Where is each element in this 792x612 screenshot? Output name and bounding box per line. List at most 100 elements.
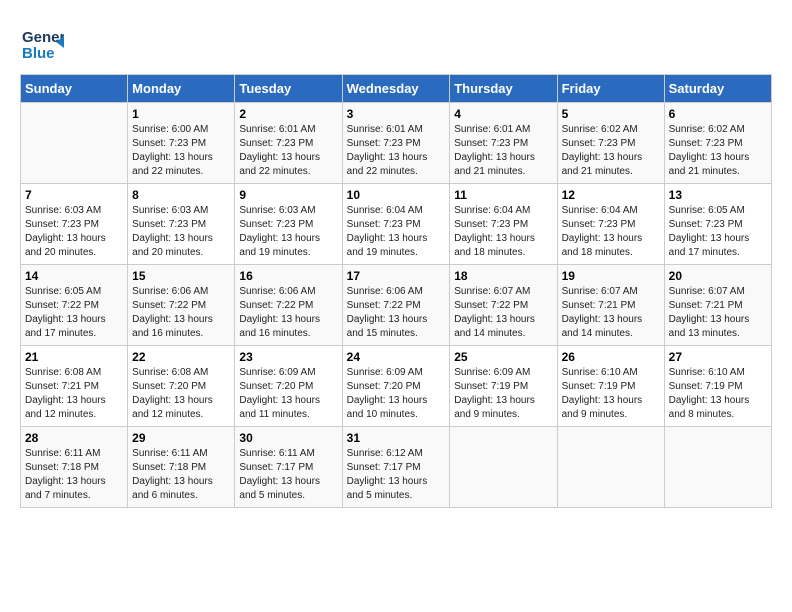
day-cell: 9Sunrise: 6:03 AMSunset: 7:23 PMDaylight… (235, 184, 342, 265)
day-info: Sunrise: 6:08 AMSunset: 7:20 PMDaylight:… (132, 367, 213, 420)
day-number: 12 (562, 188, 660, 202)
column-header-sunday: Sunday (21, 75, 128, 103)
day-number: 19 (562, 269, 660, 283)
day-info: Sunrise: 6:02 AMSunset: 7:23 PMDaylight:… (562, 124, 643, 177)
column-header-monday: Monday (128, 75, 235, 103)
day-number: 2 (239, 107, 337, 121)
day-info: Sunrise: 6:00 AMSunset: 7:23 PMDaylight:… (132, 124, 213, 177)
day-cell (21, 103, 128, 184)
day-cell: 15Sunrise: 6:06 AMSunset: 7:22 PMDayligh… (128, 265, 235, 346)
page-header: General Blue (20, 20, 772, 64)
day-number: 31 (347, 431, 446, 445)
day-number: 20 (669, 269, 767, 283)
day-cell (450, 427, 557, 508)
day-number: 13 (669, 188, 767, 202)
day-number: 11 (454, 188, 552, 202)
day-info: Sunrise: 6:03 AMSunset: 7:23 PMDaylight:… (239, 205, 320, 258)
day-cell: 3 Sunrise: 6:01 AMSunset: 7:23 PMDaylight… (342, 103, 450, 184)
day-info: Sunrise: 6:09 AMSunset: 7:19 PMDaylight:… (454, 367, 535, 420)
day-number: 21 (25, 350, 123, 364)
day-number: 25 (454, 350, 552, 364)
svg-text:Blue: Blue (22, 45, 55, 62)
day-info: Sunrise: 6:05 AMSunset: 7:23 PMDaylight:… (669, 205, 750, 258)
week-row-3: 14Sunrise: 6:05 AMSunset: 7:22 PMDayligh… (21, 265, 772, 346)
week-row-5: 28 Sunrise: 6:11 AMSunset: 7:18 PMDayligh… (21, 427, 772, 508)
day-info: Sunrise: 6:01 AMSunset: 7:23 PMDaylight:… (239, 124, 320, 177)
day-cell: 28 Sunrise: 6:11 AMSunset: 7:18 PMDayligh… (21, 427, 128, 508)
day-cell: 27 Sunrise: 6:10 AMSunset: 7:19 PMDayligh… (664, 346, 771, 427)
day-number: 28 (25, 431, 123, 445)
day-cell: 24 Sunrise: 6:09 AMSunset: 7:20 PMDayligh… (342, 346, 450, 427)
day-cell: 12 Sunrise: 6:04 AMSunset: 7:23 PMDayligh… (557, 184, 664, 265)
day-cell: 16Sunrise: 6:06 AMSunset: 7:22 PMDayligh… (235, 265, 342, 346)
day-info: Sunrise: 6:10 AMSunset: 7:19 PMDaylight:… (562, 367, 643, 420)
day-cell (664, 427, 771, 508)
column-header-tuesday: Tuesday (235, 75, 342, 103)
day-info: Sunrise: 6:01 AMSunset: 7:23 PMDaylight:… (454, 124, 535, 177)
week-row-4: 21 Sunrise: 6:08 AMSunset: 7:21 PMDayligh… (21, 346, 772, 427)
day-info: Sunrise: 6:03 AMSunset: 7:23 PMDaylight:… (25, 205, 106, 258)
day-number: 1 (132, 107, 230, 121)
day-info: Sunrise: 6:06 AMSunset: 7:22 PMDaylight:… (132, 286, 213, 339)
day-info: Sunrise: 6:12 AMSunset: 7:17 PMDaylight:… (347, 448, 428, 501)
day-info: Sunrise: 6:11 AMSunset: 7:18 PMDaylight:… (25, 448, 106, 501)
day-info: Sunrise: 6:04 AMSunset: 7:23 PMDaylight:… (562, 205, 643, 258)
column-header-wednesday: Wednesday (342, 75, 450, 103)
day-cell: 26 Sunrise: 6:10 AMSunset: 7:19 PMDayligh… (557, 346, 664, 427)
day-info: Sunrise: 6:10 AMSunset: 7:19 PMDaylight:… (669, 367, 750, 420)
day-info: Sunrise: 6:01 AMSunset: 7:23 PMDaylight:… (347, 124, 428, 177)
day-cell: 2 Sunrise: 6:01 AMSunset: 7:23 PMDaylight… (235, 103, 342, 184)
day-info: Sunrise: 6:07 AMSunset: 7:22 PMDaylight:… (454, 286, 535, 339)
day-cell: 6Sunrise: 6:02 AMSunset: 7:23 PMDaylight… (664, 103, 771, 184)
day-cell: 5 Sunrise: 6:02 AMSunset: 7:23 PMDaylight… (557, 103, 664, 184)
day-cell: 8Sunrise: 6:03 AMSunset: 7:23 PMDaylight… (128, 184, 235, 265)
day-info: Sunrise: 6:06 AMSunset: 7:22 PMDaylight:… (347, 286, 428, 339)
day-cell: 4 Sunrise: 6:01 AMSunset: 7:23 PMDaylight… (450, 103, 557, 184)
day-cell: 19 Sunrise: 6:07 AMSunset: 7:21 PMDayligh… (557, 265, 664, 346)
day-number: 16 (239, 269, 337, 283)
svg-text:General: General (22, 29, 64, 46)
day-info: Sunrise: 6:09 AMSunset: 7:20 PMDaylight:… (347, 367, 428, 420)
day-number: 17 (347, 269, 446, 283)
day-cell: 10 Sunrise: 6:04 AMSunset: 7:23 PMDayligh… (342, 184, 450, 265)
day-cell: 1 Sunrise: 6:00 AMSunset: 7:23 PMDaylight… (128, 103, 235, 184)
day-info: Sunrise: 6:07 AMSunset: 7:21 PMDaylight:… (669, 286, 750, 339)
day-number: 29 (132, 431, 230, 445)
day-cell: 21 Sunrise: 6:08 AMSunset: 7:21 PMDayligh… (21, 346, 128, 427)
day-number: 23 (239, 350, 337, 364)
day-info: Sunrise: 6:11 AMSunset: 7:17 PMDaylight:… (239, 448, 320, 501)
logo: General Blue (20, 20, 64, 64)
column-header-friday: Friday (557, 75, 664, 103)
day-number: 8 (132, 188, 230, 202)
day-number: 18 (454, 269, 552, 283)
day-number: 27 (669, 350, 767, 364)
day-number: 24 (347, 350, 446, 364)
day-cell: 17 Sunrise: 6:06 AMSunset: 7:22 PMDayligh… (342, 265, 450, 346)
day-info: Sunrise: 6:04 AMSunset: 7:23 PMDaylight:… (347, 205, 428, 258)
logo-icon: General Blue (20, 20, 64, 64)
day-number: 26 (562, 350, 660, 364)
day-cell: 30Sunrise: 6:11 AMSunset: 7:17 PMDayligh… (235, 427, 342, 508)
day-number: 3 (347, 107, 446, 121)
day-info: Sunrise: 6:02 AMSunset: 7:23 PMDaylight:… (669, 124, 750, 177)
day-cell: 29 Sunrise: 6:11 AMSunset: 7:18 PMDayligh… (128, 427, 235, 508)
day-cell: 11 Sunrise: 6:04 AMSunset: 7:23 PMDayligh… (450, 184, 557, 265)
calendar-table: SundayMondayTuesdayWednesdayThursdayFrid… (20, 74, 772, 508)
day-cell: 22 Sunrise: 6:08 AMSunset: 7:20 PMDayligh… (128, 346, 235, 427)
day-number: 22 (132, 350, 230, 364)
day-number: 4 (454, 107, 552, 121)
day-number: 5 (562, 107, 660, 121)
day-cell: 23 Sunrise: 6:09 AMSunset: 7:20 PMDayligh… (235, 346, 342, 427)
day-cell: 20 Sunrise: 6:07 AMSunset: 7:21 PMDayligh… (664, 265, 771, 346)
day-info: Sunrise: 6:11 AMSunset: 7:18 PMDaylight:… (132, 448, 213, 501)
day-cell: 13 Sunrise: 6:05 AMSunset: 7:23 PMDayligh… (664, 184, 771, 265)
day-info: Sunrise: 6:08 AMSunset: 7:21 PMDaylight:… (25, 367, 106, 420)
day-info: Sunrise: 6:09 AMSunset: 7:20 PMDaylight:… (239, 367, 320, 420)
day-number: 7 (25, 188, 123, 202)
day-info: Sunrise: 6:07 AMSunset: 7:21 PMDaylight:… (562, 286, 643, 339)
day-number: 10 (347, 188, 446, 202)
day-info: Sunrise: 6:04 AMSunset: 7:23 PMDaylight:… (454, 205, 535, 258)
week-row-1: 1 Sunrise: 6:00 AMSunset: 7:23 PMDaylight… (21, 103, 772, 184)
column-header-saturday: Saturday (664, 75, 771, 103)
day-number: 14 (25, 269, 123, 283)
